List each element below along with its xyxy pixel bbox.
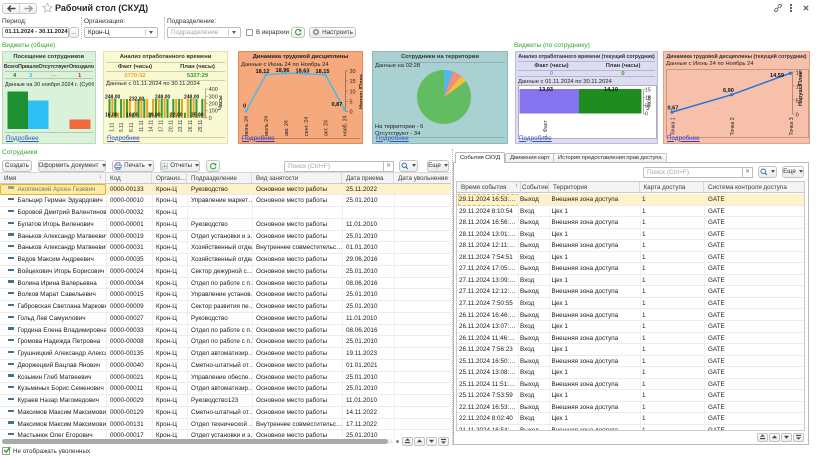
svg-text:14,59: 14,59	[770, 73, 784, 79]
svg-text:18,96: 18,96	[276, 68, 290, 74]
svg-text:Точка 1: Точка 1	[671, 117, 677, 135]
svg-text:13,93: 13,93	[539, 87, 553, 93]
svg-text:10: 10	[350, 89, 356, 95]
svg-text:0,67: 0,67	[668, 106, 679, 112]
svg-text:июнь 24: июнь 24	[244, 116, 250, 136]
svg-text:25,00: 25,00	[191, 113, 204, 119]
svg-text:400: 400	[209, 87, 218, 93]
svg-text:Часы: Часы	[218, 95, 224, 110]
svg-text:200: 200	[209, 102, 218, 108]
svg-text:июль 24: июль 24	[264, 116, 270, 136]
svg-text:18,12: 18,12	[256, 69, 270, 75]
svg-text:20: 20	[350, 69, 356, 75]
svg-text:20.11: 20.11	[169, 120, 175, 132]
svg-text:1.11: 1.11	[109, 122, 115, 132]
svg-text:29,00: 29,00	[148, 113, 161, 119]
svg-text:0: 0	[209, 116, 212, 122]
svg-text:16,00: 16,00	[105, 113, 118, 119]
svg-text:14,19: 14,19	[604, 87, 618, 93]
svg-text:11.11: 11.11	[139, 120, 145, 132]
svg-text:300: 300	[209, 94, 218, 100]
svg-text:17.11: 17.11	[159, 120, 165, 132]
svg-text:0: 0	[645, 111, 648, 117]
svg-text:15: 15	[645, 87, 651, 93]
svg-text:22,00: 22,00	[170, 113, 183, 119]
svg-text:15: 15	[350, 79, 356, 85]
svg-text:100: 100	[209, 109, 218, 115]
svg-text:18,15: 18,15	[316, 69, 330, 75]
svg-text:14.11: 14.11	[149, 120, 155, 132]
svg-text:Точка 3: Точка 3	[789, 117, 795, 135]
svg-text:232,00: 232,00	[129, 97, 145, 103]
svg-text:248,00: 248,00	[184, 95, 200, 101]
svg-text:29.11: 29.11	[198, 120, 204, 132]
svg-text:23.11: 23.11	[178, 120, 184, 132]
svg-text:0: 0	[243, 104, 246, 110]
svg-text:248,00: 248,00	[155, 95, 171, 101]
svg-text:Наруш./План: Наруш./План	[798, 71, 804, 106]
svg-text:16,00: 16,00	[126, 113, 139, 119]
svg-text:0: 0	[350, 110, 353, 116]
svg-text:окт. 24: окт. 24	[324, 120, 330, 136]
svg-text:Точка 2: Точка 2	[730, 117, 736, 135]
svg-text:Часы: Часы	[647, 95, 653, 110]
svg-text:0,87: 0,87	[332, 102, 343, 108]
svg-text:нояб. 24: нояб. 24	[343, 115, 349, 136]
svg-text:5: 5	[350, 100, 353, 106]
svg-text:26.11: 26.11	[188, 120, 194, 132]
svg-text:0: 0	[796, 113, 799, 119]
svg-text:5.11: 5.11	[119, 122, 125, 132]
svg-text:Наруш./План: Наруш./План	[359, 74, 363, 109]
svg-text:сент. 24: сент. 24	[304, 117, 310, 136]
svg-text:6,90: 6,90	[723, 88, 734, 94]
svg-text:8.11: 8.11	[129, 122, 135, 132]
svg-text:248,00: 248,00	[105, 95, 121, 101]
svg-text:авг. 24: авг. 24	[284, 120, 290, 136]
svg-text:18,63: 18,63	[296, 69, 310, 75]
